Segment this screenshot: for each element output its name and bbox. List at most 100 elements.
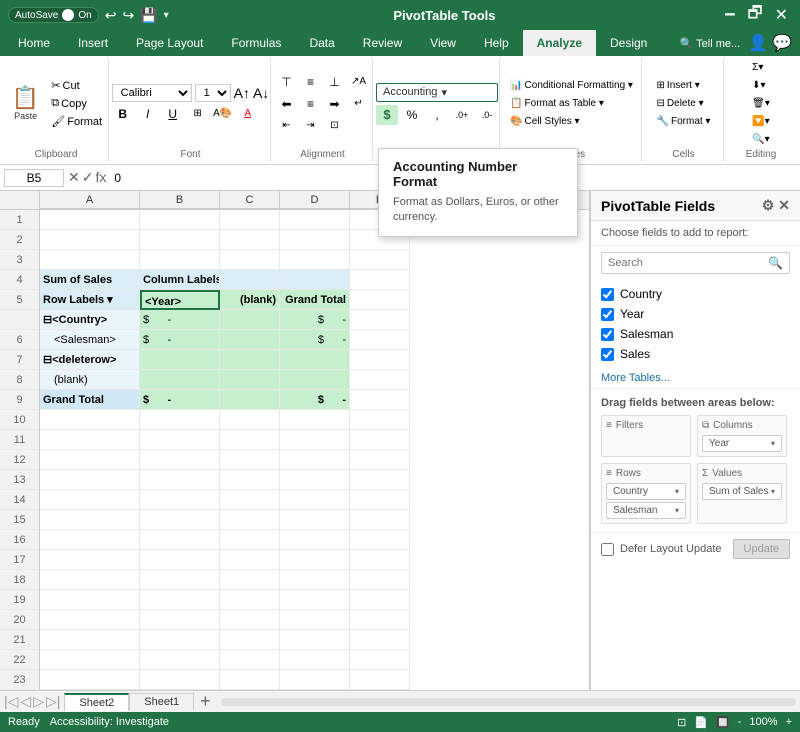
bold-button[interactable]: B bbox=[112, 104, 134, 124]
pivot-settings-icon[interactable]: ⚙ bbox=[762, 197, 775, 214]
cell-b2[interactable] bbox=[140, 230, 220, 250]
cell-c9[interactable] bbox=[220, 390, 280, 410]
close-button[interactable]: ✕ bbox=[771, 5, 792, 25]
zoom-out-icon[interactable]: - bbox=[738, 716, 742, 728]
cell-b4[interactable]: Column Labels ▾ bbox=[140, 270, 220, 290]
cell-reference-box[interactable] bbox=[4, 169, 64, 187]
pivot-close-icon[interactable]: ✕ bbox=[778, 197, 790, 214]
normal-view-icon[interactable]: ⊡ bbox=[677, 716, 686, 729]
add-sheet-button[interactable]: + bbox=[194, 691, 217, 712]
decrease-indent-button[interactable]: ⇤ bbox=[276, 116, 298, 136]
cell-e5[interactable] bbox=[350, 290, 410, 310]
cell-b5b[interactable]: $ - bbox=[140, 310, 220, 330]
align-middle-button[interactable]: ≡ bbox=[300, 72, 322, 92]
cell-a3[interactable] bbox=[40, 250, 140, 270]
cell-d1[interactable] bbox=[280, 210, 350, 230]
cell-c6[interactable] bbox=[220, 330, 280, 350]
font-size-select[interactable]: 11 bbox=[195, 84, 231, 102]
pivot-field-sales-checkbox[interactable] bbox=[601, 348, 614, 361]
col-header-b[interactable]: B bbox=[140, 191, 220, 209]
comma-button[interactable]: , bbox=[426, 105, 448, 125]
cell-a7[interactable]: ⊟<deleterow> bbox=[40, 350, 140, 370]
align-left-button[interactable]: ⬅ bbox=[276, 94, 298, 114]
undo-icon[interactable]: ↩ bbox=[105, 7, 117, 24]
cell-d8[interactable] bbox=[280, 370, 350, 390]
tab-help[interactable]: Help bbox=[470, 30, 523, 56]
col-header-d[interactable]: D bbox=[280, 191, 350, 209]
clear-button[interactable]: 🗑▾ bbox=[748, 96, 774, 111]
cell-b5[interactable]: <Year> bbox=[140, 290, 220, 310]
hscroll-track[interactable] bbox=[221, 698, 796, 706]
format-button[interactable]: 🔧 Format ▾ bbox=[653, 114, 715, 129]
font-grow-icon[interactable]: A↑ bbox=[234, 85, 250, 101]
cell-b6[interactable]: $ - bbox=[140, 330, 220, 350]
insert-function-icon[interactable]: fx bbox=[95, 169, 106, 186]
underline-button[interactable]: U bbox=[162, 104, 184, 124]
tab-analyze[interactable]: Analyze bbox=[523, 30, 596, 56]
conditional-formatting-button[interactable]: 📊 Conditional Formatting ▾ bbox=[506, 78, 637, 93]
pivot-field-salesman-label[interactable]: Salesman bbox=[620, 327, 673, 341]
border-button[interactable]: ⊞ bbox=[187, 104, 209, 124]
cell-e7[interactable] bbox=[350, 350, 410, 370]
tab-nav-last[interactable]: ▷| bbox=[46, 693, 60, 710]
cell-a8[interactable]: (blank) bbox=[40, 370, 140, 390]
font-family-select[interactable]: Calibri bbox=[112, 84, 192, 102]
cell-b7[interactable] bbox=[140, 350, 220, 370]
tab-insert[interactable]: Insert bbox=[64, 30, 122, 56]
format-table-button[interactable]: 📋 Format as Table ▾ bbox=[506, 96, 637, 111]
dollar-button[interactable]: $ bbox=[376, 105, 398, 125]
cell-c8[interactable] bbox=[220, 370, 280, 390]
italic-button[interactable]: I bbox=[137, 104, 159, 124]
restore-button[interactable]: 🗗 bbox=[744, 2, 767, 29]
pivot-field-year-label[interactable]: Year bbox=[620, 307, 644, 321]
paste-button[interactable]: 📋 Paste bbox=[6, 83, 45, 125]
values-sum-sales-item[interactable]: Sum of Sales ▾ bbox=[702, 483, 782, 500]
page-break-view-icon[interactable]: 🔲 bbox=[716, 716, 730, 729]
find-select-button[interactable]: 🔍▾ bbox=[748, 132, 774, 147]
tab-review[interactable]: Review bbox=[349, 30, 416, 56]
save-icon[interactable]: 💾 bbox=[140, 7, 157, 24]
cell-b8[interactable] bbox=[140, 370, 220, 390]
font-color-button[interactable]: A bbox=[237, 104, 259, 124]
share-button[interactable]: 👤 bbox=[748, 33, 768, 53]
align-right-button[interactable]: ➡ bbox=[324, 94, 346, 114]
quick-access-more[interactable]: ▾ bbox=[164, 10, 169, 21]
confirm-formula-icon[interactable]: ✓ bbox=[82, 169, 94, 186]
cell-c7[interactable] bbox=[220, 350, 280, 370]
cancel-formula-icon[interactable]: ✕ bbox=[68, 169, 80, 186]
cell-b9[interactable]: $ - bbox=[140, 390, 220, 410]
cell-b1[interactable] bbox=[140, 210, 220, 230]
cell-c5b[interactable] bbox=[220, 310, 280, 330]
format-painter-button[interactable]: 🖌 Format bbox=[47, 113, 106, 130]
cell-e6[interactable] bbox=[350, 330, 410, 350]
more-tables-link[interactable]: More Tables... bbox=[591, 368, 800, 388]
col-header-c[interactable]: C bbox=[220, 191, 280, 209]
cell-d7[interactable] bbox=[280, 350, 350, 370]
rows-country-item[interactable]: Country ▾ bbox=[606, 483, 686, 500]
delete-button[interactable]: ⊟ Delete ▾ bbox=[653, 96, 715, 111]
cell-c1[interactable] bbox=[220, 210, 280, 230]
sort-filter-button[interactable]: 🔽▾ bbox=[748, 114, 774, 129]
columns-year-item[interactable]: Year ▾ bbox=[702, 435, 782, 452]
cell-d4[interactable] bbox=[280, 270, 350, 290]
cell-b3[interactable] bbox=[140, 250, 220, 270]
tab-view[interactable]: View bbox=[416, 30, 470, 56]
insert-button[interactable]: ⊞ Insert ▾ bbox=[653, 78, 715, 93]
align-top-button[interactable]: ⊤ bbox=[276, 72, 298, 92]
cell-e5b[interactable] bbox=[350, 310, 410, 330]
tab-nav-next[interactable]: ▷ bbox=[33, 693, 44, 710]
cut-button[interactable]: ✂ Cut bbox=[47, 77, 106, 94]
sheet-tab-sheet1[interactable]: Sheet1 bbox=[129, 693, 194, 710]
tab-nav-prev[interactable]: ◁ bbox=[20, 693, 31, 710]
tab-page-layout[interactable]: Page Layout bbox=[122, 30, 217, 56]
cell-c4[interactable] bbox=[220, 270, 280, 290]
pivot-field-country-label[interactable]: Country bbox=[620, 287, 662, 301]
zoom-in-icon[interactable]: + bbox=[786, 716, 792, 728]
cell-e9[interactable] bbox=[350, 390, 410, 410]
cell-a5[interactable]: Row Labels ▾ bbox=[40, 290, 140, 310]
cell-a6[interactable]: <Salesman> bbox=[40, 330, 140, 350]
cell-e4[interactable] bbox=[350, 270, 410, 290]
sheet-tab-sheet2[interactable]: Sheet2 bbox=[64, 693, 129, 711]
dec-dec-button[interactable]: .0- bbox=[476, 105, 498, 125]
increase-indent-button[interactable]: ⇥ bbox=[300, 116, 322, 136]
